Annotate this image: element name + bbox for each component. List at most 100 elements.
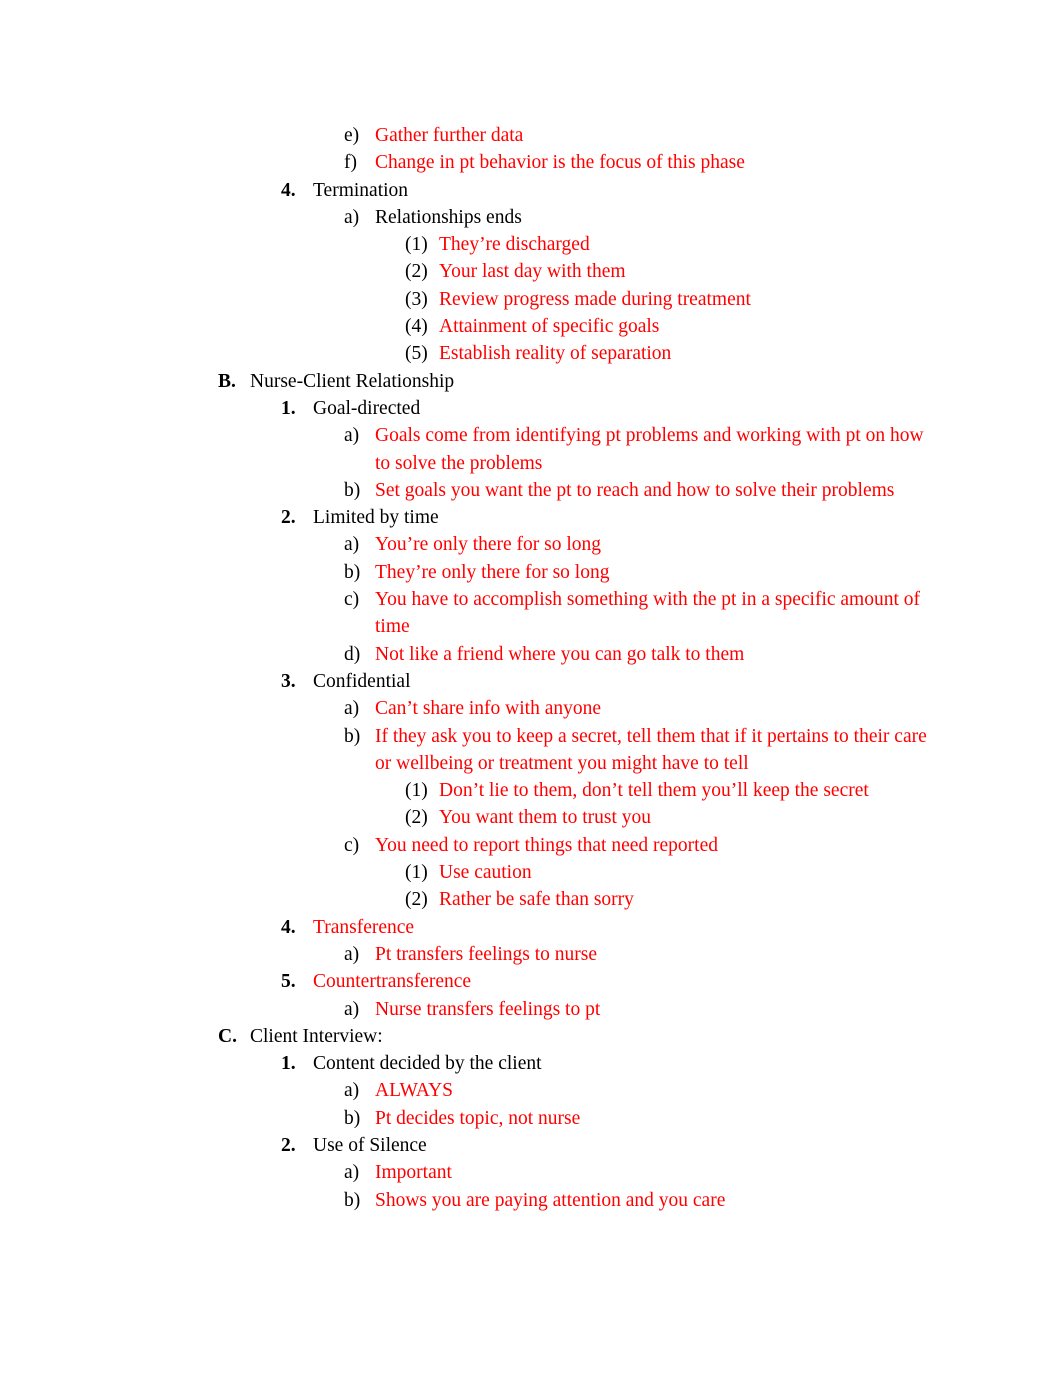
outline-item-marker: c) bbox=[344, 834, 360, 856]
outline-item-text: Shows you are paying attention and you c… bbox=[375, 1189, 726, 1211]
outline-item-text: Use caution bbox=[439, 862, 532, 884]
outline-item-text: Can’t share info with anyone bbox=[375, 698, 602, 720]
outline-item-marker: a) bbox=[344, 1162, 360, 1184]
outline-item-marker: 2. bbox=[281, 507, 296, 529]
outline-item: 3. Confidential bbox=[0, 668, 1062, 695]
outline-item-marker: (1) bbox=[405, 780, 428, 802]
outline-item-text: If they ask you to keep a secret, tell t… bbox=[375, 725, 927, 774]
outline-item-text: Rather be safe than sorry bbox=[439, 889, 634, 911]
outline-item-marker: f) bbox=[344, 152, 357, 174]
outline-item: a) Important bbox=[0, 1159, 1062, 1186]
outline-item: b) Shows you are paying attention and you… bbox=[0, 1187, 1062, 1214]
outline-item-marker: e) bbox=[344, 125, 360, 146]
outline-item: b) They’re only there for so long bbox=[0, 559, 1062, 586]
outline-item-marker: 2. bbox=[281, 1134, 296, 1156]
outline-item: (1) Don’t lie to them, don’t tell them yo… bbox=[0, 777, 1062, 804]
outline-item: c) You need to report things that need re… bbox=[0, 832, 1062, 859]
outline-item: b) Set goals you want the pt to reach and… bbox=[0, 477, 1062, 504]
outline-item: (5) Establish reality of separation bbox=[0, 340, 1062, 367]
outline-item: d) Not like a friend where you can go tal… bbox=[0, 641, 1062, 668]
outline-item-text: You need to report things that need repo… bbox=[375, 834, 718, 856]
outline-item: 5. Countertransference bbox=[0, 968, 1062, 995]
outline-item-marker: (5) bbox=[405, 343, 428, 365]
outline-item-text: Countertransference bbox=[313, 971, 472, 993]
outline-item-marker: (1) bbox=[405, 862, 428, 884]
outline-item-text: Important bbox=[375, 1162, 452, 1184]
outline-item: b) Pt decides topic, not nurse bbox=[0, 1105, 1062, 1132]
outline-item: 4. Transference bbox=[0, 914, 1062, 941]
outline-item-marker: a) bbox=[344, 425, 360, 447]
outline-list: e) Gather further data f) Change in pt beha… bbox=[0, 122, 1062, 1214]
outline-item: (2) Your last day with them bbox=[0, 258, 1062, 285]
outline-item-text: Set goals you want the pt to reach and h… bbox=[375, 479, 895, 501]
outline-item: (1) Use caution bbox=[0, 859, 1062, 886]
outline-item-marker: 4. bbox=[281, 179, 296, 201]
outline-item-text: Content decided by the client bbox=[313, 1053, 542, 1075]
outline-item-text: Nurse transfers feelings to pt bbox=[375, 998, 601, 1020]
outline-item-marker: b) bbox=[344, 1107, 361, 1129]
outline-item: 2. Use of Silence bbox=[0, 1132, 1062, 1159]
outline-item-text: Not like a friend where you can go talk … bbox=[375, 643, 745, 665]
outline-item: a) Can’t share info with anyone bbox=[0, 695, 1062, 722]
outline-item: B. Nurse-Client Relationship bbox=[0, 368, 1062, 395]
outline-item: a) Nurse transfers feelings to pt bbox=[0, 996, 1062, 1023]
outline-item-marker: (4) bbox=[405, 316, 428, 338]
outline-item-marker: a) bbox=[344, 206, 360, 228]
outline-item-text: They’re only there for so long bbox=[375, 561, 610, 583]
outline-item-text: Confidential bbox=[313, 670, 411, 692]
outline-item: e) Gather further data bbox=[0, 122, 1062, 149]
outline-item-marker: a) bbox=[344, 943, 360, 965]
outline-item-text: You’re only there for so long bbox=[375, 534, 602, 556]
outline-item-marker: a) bbox=[344, 698, 360, 720]
outline-item-text: They’re discharged bbox=[439, 234, 590, 256]
outline-item-marker: (1) bbox=[405, 234, 428, 256]
outline-item-marker: c) bbox=[344, 589, 360, 611]
outline-item: 4. Termination bbox=[0, 177, 1062, 204]
outline-item: (3) Review progress made during treatment bbox=[0, 286, 1062, 313]
outline-item-marker: b) bbox=[344, 561, 361, 583]
outline-item: C. Client Interview: bbox=[0, 1023, 1062, 1050]
outline-item: (2) You want them to trust you bbox=[0, 804, 1062, 831]
outline-item-text: Limited by time bbox=[313, 507, 439, 529]
outline-item: 2. Limited by time bbox=[0, 504, 1062, 531]
outline-item-text: Termination bbox=[313, 179, 409, 201]
outline-item-text: Review progress made during treatment bbox=[439, 288, 751, 310]
outline-item-text: Transference bbox=[313, 916, 415, 938]
outline-item: a) You’re only there for so long bbox=[0, 531, 1062, 558]
outline-item-marker: B. bbox=[218, 370, 236, 392]
outline-item-marker: 1. bbox=[281, 397, 296, 419]
outline-item-text: Relationships ends bbox=[375, 206, 522, 228]
outline-item-marker: 3. bbox=[281, 670, 296, 692]
outline-item-text: You want them to trust you bbox=[439, 807, 651, 829]
outline-item-text: You have to accomplish something with th… bbox=[375, 589, 921, 638]
outline-item: 1. Goal-directed bbox=[0, 395, 1062, 422]
outline-item-text: Your last day with them bbox=[439, 261, 626, 283]
document-page: e) Gather further data f) Change in pt beha… bbox=[0, 0, 1062, 1376]
outline-item-text: Client Interview: bbox=[250, 1025, 383, 1047]
outline-item-text: Use of Silence bbox=[313, 1134, 427, 1156]
outline-item-marker: (2) bbox=[405, 889, 428, 911]
outline-item: f) Change in pt behavior is the focus of … bbox=[0, 149, 1062, 176]
outline-item-text: Nurse-Client Relationship bbox=[250, 370, 455, 392]
outline-item-text: Pt transfers feelings to nurse bbox=[375, 943, 598, 965]
outline-item: a) Pt transfers feelings to nurse bbox=[0, 941, 1062, 968]
outline-item: 1. Content decided by the client bbox=[0, 1050, 1062, 1077]
outline-item-marker: 4. bbox=[281, 916, 296, 938]
outline-item-text: Attainment of specific goals bbox=[439, 316, 660, 338]
outline-item: (1) They’re discharged bbox=[0, 231, 1062, 258]
outline-item: a) Relationships ends bbox=[0, 204, 1062, 231]
outline-item-marker: a) bbox=[344, 1080, 360, 1102]
outline-item-marker: (2) bbox=[405, 807, 428, 829]
outline-item-text: Goal-directed bbox=[313, 397, 421, 419]
outline-item-text: Pt decides topic, not nurse bbox=[375, 1107, 581, 1129]
outline-item-marker: (3) bbox=[405, 288, 428, 310]
outline-item: (2) Rather be safe than sorry bbox=[0, 886, 1062, 913]
outline-item-marker: b) bbox=[344, 1189, 361, 1211]
outline-item-marker: (2) bbox=[405, 261, 428, 283]
outline-item: a) Goals come from identifying pt problem… bbox=[0, 422, 1062, 477]
outline-item-marker: b) bbox=[344, 725, 361, 747]
outline-item-text: Establish reality of separation bbox=[439, 343, 672, 365]
outline-item: a) ALWAYS bbox=[0, 1077, 1062, 1104]
outline-item-marker: 1. bbox=[281, 1053, 296, 1075]
outline-item-text: Gather further data bbox=[375, 125, 524, 146]
